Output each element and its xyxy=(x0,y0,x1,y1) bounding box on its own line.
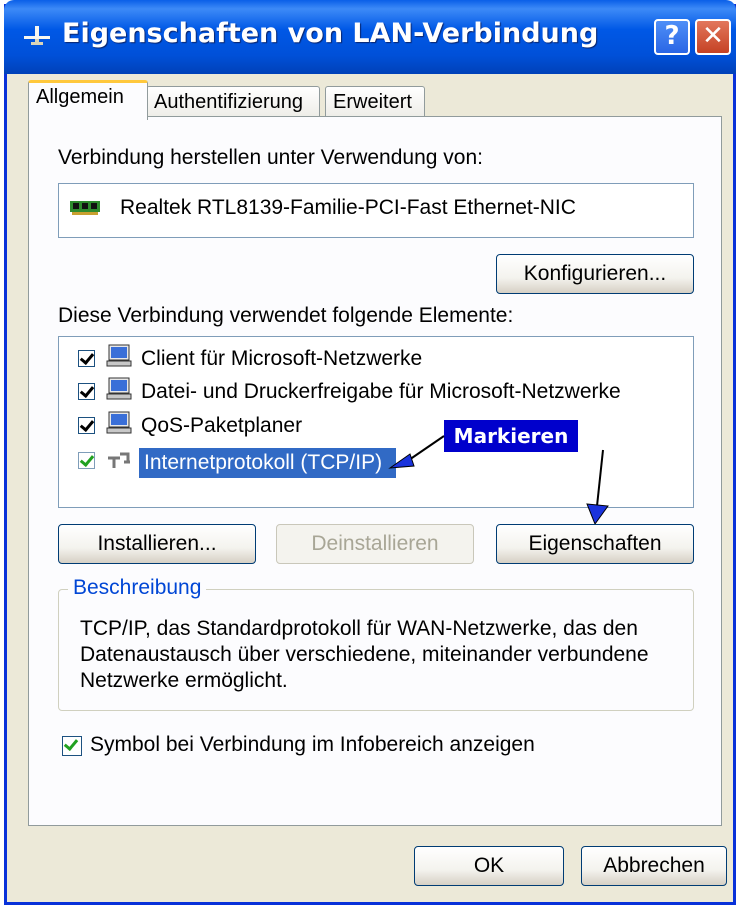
install-button[interactable]: Installieren... xyxy=(58,524,256,564)
description-legend: Beschreibung xyxy=(68,576,207,600)
description-line: Datenaustausch über verschiedene, mitein… xyxy=(80,643,649,666)
component-label[interactable]: Internetprotokoll (TCP/IP) xyxy=(144,451,382,475)
description-line: TCP/IP, das Standardprotokoll für WAN-Ne… xyxy=(80,617,638,640)
cancel-button[interactable]: Abbrechen xyxy=(581,846,727,886)
tab-allgemein[interactable]: Allgemein xyxy=(28,80,148,120)
network-card-icon xyxy=(70,201,100,215)
tab-label: Erweitert xyxy=(333,91,412,113)
computer-icon xyxy=(106,411,132,434)
show-icon-label[interactable]: Symbol bei Verbindung im Infobereich anz… xyxy=(90,733,535,757)
adapter-name: Realtek RTL8139-Familie-PCI-Fast Etherne… xyxy=(120,196,576,219)
connect-using-label: Verbindung herstellen unter Verwendung v… xyxy=(58,146,483,169)
component-label[interactable]: QoS-Paketplaner xyxy=(141,414,302,438)
title-bar[interactable]: Eigenschaften von LAN-Verbindung ? ✕ xyxy=(4,0,736,74)
window-title: Eigenschaften von LAN-Verbindung xyxy=(62,18,599,49)
network-connection-icon xyxy=(24,26,50,45)
help-button[interactable]: ? xyxy=(654,19,690,55)
uninstall-button[interactable]: Deinstallieren xyxy=(276,524,474,564)
checkbox-file-printer-sharing[interactable] xyxy=(78,383,95,400)
checkbox-qos[interactable] xyxy=(78,417,95,434)
tab-authentifizierung[interactable]: Authentifizierung xyxy=(146,86,320,120)
computer-icon xyxy=(106,344,132,367)
protocol-icon xyxy=(108,452,130,468)
checkbox-tcpip[interactable] xyxy=(78,452,95,469)
components-label: Diese Verbindung verwendet folgende Elem… xyxy=(58,304,514,327)
component-label[interactable]: Datei- und Druckerfreigabe für Microsoft… xyxy=(141,380,621,404)
computer-icon xyxy=(106,377,132,400)
show-icon-checkbox[interactable] xyxy=(62,736,82,756)
annotation-arrows xyxy=(388,435,609,526)
component-label[interactable]: Client für Microsoft-Netzwerke xyxy=(141,347,422,371)
properties-button[interactable]: Eigenschaften xyxy=(496,524,694,564)
close-button[interactable]: ✕ xyxy=(695,19,731,55)
tab-erweitert[interactable]: Erweitert xyxy=(325,86,425,120)
ok-button[interactable]: OK xyxy=(414,846,564,886)
checkbox-client[interactable] xyxy=(78,350,95,367)
description-line: Netzwerke ermöglicht. xyxy=(80,669,288,692)
tab-label: Authentifizierung xyxy=(154,91,303,113)
configure-button[interactable]: Konfigurieren... xyxy=(496,254,694,294)
tab-label: Allgemein xyxy=(36,86,124,108)
